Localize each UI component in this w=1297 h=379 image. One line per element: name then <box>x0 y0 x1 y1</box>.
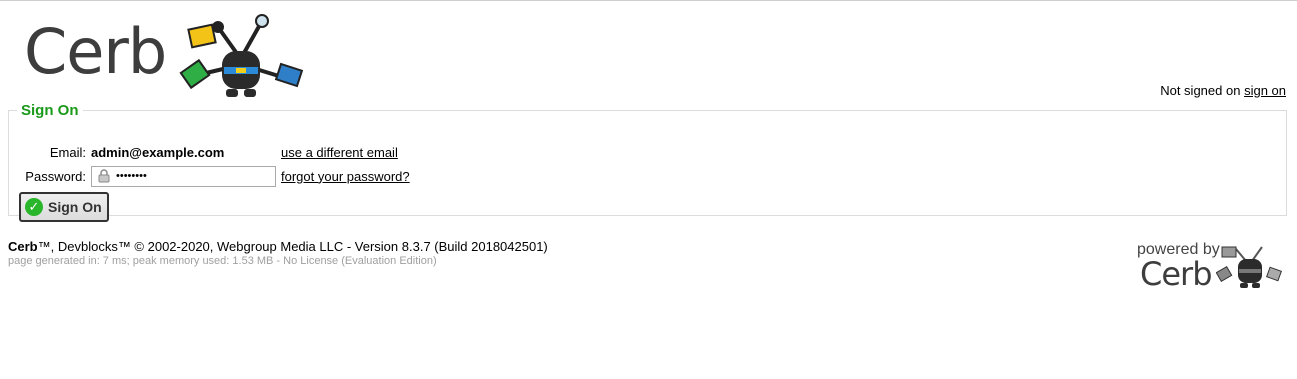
footer-copyright: Cerb™, Devblocks™ © 2002-2020, Webgroup … <box>8 239 548 254</box>
powered-by-wordmark: Cerb <box>1140 255 1212 293</box>
signon-legend: Sign On <box>21 102 79 119</box>
email-row: Email: admin@example.com use a different… <box>9 141 398 163</box>
checkmark-icon: ✓ <box>25 198 43 216</box>
forgot-password-link[interactable]: forgot your password? <box>281 169 410 184</box>
cerb-logo: Cerb <box>22 13 304 99</box>
footer-copyright-text: ™, Devblocks™ © 2002-2020, Webgroup Medi… <box>37 239 548 254</box>
signin-status-text: Not signed on <box>1160 83 1241 98</box>
password-label: Password: <box>25 168 86 184</box>
password-row: Password: •••••••• forgot your password? <box>9 165 410 187</box>
sign-on-link[interactable]: sign on <box>1244 83 1286 98</box>
use-different-email-link[interactable]: use a different email <box>281 145 398 160</box>
signin-status: Not signed on sign on <box>1160 83 1286 98</box>
powered-by-robot-icon <box>1216 246 1282 288</box>
footer-brand: Cerb <box>8 239 38 254</box>
email-value: admin@example.com <box>91 144 225 160</box>
lock-icon <box>98 169 110 183</box>
powered-by-cerb-logo: powered by Cerb <box>1134 241 1289 293</box>
password-field[interactable]: •••••••• <box>91 165 276 187</box>
robot-mascot-icon <box>179 14 304 97</box>
sign-on-button-label: Sign On <box>48 199 102 215</box>
logo-wordmark: Cerb <box>24 15 167 88</box>
footer-stats: page generated in: 7 ms; peak memory use… <box>8 255 437 267</box>
sign-on-button[interactable]: ✓ Sign On <box>19 192 109 222</box>
email-label: Email: <box>49 144 86 160</box>
password-value: •••••••• <box>116 170 147 182</box>
signon-form: Sign On Email: admin@example.com use a d… <box>8 102 1287 222</box>
